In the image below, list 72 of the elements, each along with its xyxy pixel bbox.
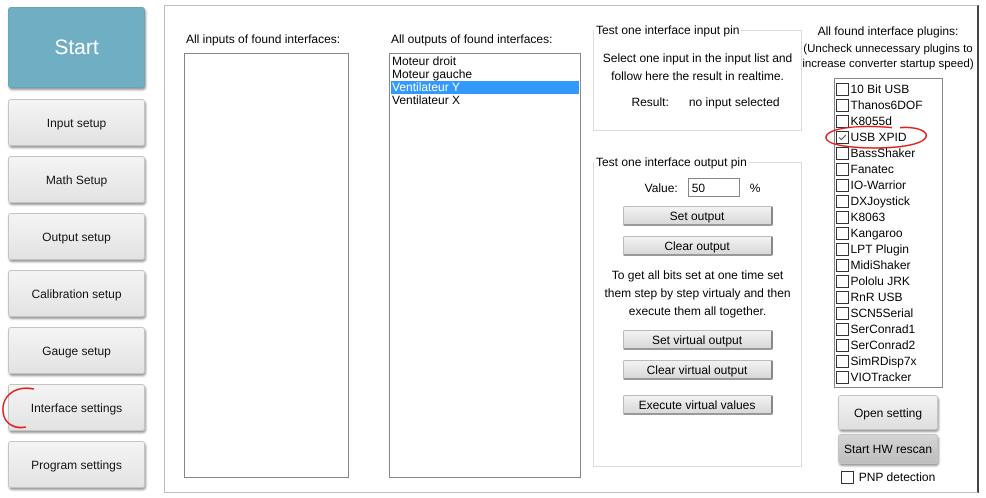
checkbox[interactable] [836,242,848,256]
action-button[interactable]: Clear output [622,236,772,256]
nav-button[interactable]: Output setup [8,213,145,260]
plugin-label: SCN5Serial [850,306,914,320]
result-value: no input selected [688,95,780,109]
checkbox[interactable] [836,146,848,160]
checkbox[interactable] [836,322,848,336]
action-button[interactable]: Clear virtual output [622,360,772,380]
result-label: Result: [631,95,669,109]
plugin-label: USB XPID [850,130,907,144]
nav-button[interactable]: Calibration setup [8,270,145,317]
plugin-label: SerConrad1 [850,322,916,336]
pnp-label: PNP detection [858,470,936,484]
open-setting-button[interactable]: Open setting [838,395,938,430]
checkbox[interactable] [836,274,848,288]
plugin-label: 10 Bit USB [850,82,910,96]
checkbox[interactable] [836,370,848,384]
list-label: All inputs of found interfaces: [186,32,342,46]
checkbox[interactable] [836,114,848,128]
checkbox[interactable] [840,470,854,484]
checkbox[interactable] [836,290,848,304]
instructions-text: Select one input in the input list and follow here the result in realtime. [602,50,794,85]
checkbox[interactable] [836,338,848,352]
checkbox[interactable] [836,210,848,224]
plugin-label: RnR USB [850,290,903,304]
list-item[interactable]: Moteur gauche [391,68,579,81]
value-field[interactable]: 50 [688,178,740,197]
value-label: Value: [644,180,678,194]
rescan-button[interactable]: Start HW rescan [838,434,938,464]
plugins-title: All found interface plugins: [818,24,958,38]
checkbox[interactable] [836,130,848,144]
plugin-label: SerConrad2 [850,338,916,352]
checkbox[interactable] [836,354,848,368]
nav-button[interactable]: Gauge setup [8,327,145,374]
list-item[interactable]: Ventilateur X [391,94,579,107]
nav-button[interactable]: Program settings [8,441,145,488]
action-button[interactable]: Set virtual output [622,330,772,350]
group-title: Test one interface output pin [595,155,748,169]
note-text: To get all bits set at one time set them step by step virtualy and then execute them all together. [603,267,792,320]
checkbox[interactable] [836,178,848,192]
checkbox[interactable] [836,258,848,272]
action-button[interactable]: Set output [622,206,772,226]
inputs-listbox[interactable] [184,53,349,478]
plugin-label: K8063 [850,210,886,224]
nav-button[interactable]: Input setup [8,99,145,146]
checkbox[interactable] [836,226,848,240]
plugin-label: BassShaker [850,146,916,160]
plugin-label: DXJoystick [850,194,910,208]
list-item[interactable]: Moteur droit [391,55,579,68]
plugin-label: Fanatec [850,162,894,176]
nav-button[interactable]: Math Setup [8,156,145,203]
checkbox[interactable] [836,82,848,96]
list-label: All outputs of found interfaces: [391,32,554,46]
outputs-listbox[interactable]: Moteur droit Moteur gauche Ventilateur Y Ventilateur X [389,53,581,478]
plugin-label: IO-Warrior [850,178,906,192]
plugins-hint: (Uncheck unnecessary plugins to increase converter startup speed) [801,42,975,72]
plugin-label: Thanos6DOF [850,98,923,112]
group-title: Test one interface input pin [595,23,740,37]
checkbox[interactable] [836,306,848,320]
unit-label: % [750,180,760,194]
plugin-label: Kangaroo [850,226,903,240]
action-button[interactable]: Execute virtual values [622,395,772,415]
nav-button[interactable]: Interface settings [8,384,145,431]
plugin-label: Pololu JRK [850,274,910,288]
plugin-label: MidiShaker [850,258,911,272]
plugin-label: SimRDisp7x [850,354,917,368]
checkbox[interactable] [836,98,848,112]
checkbox[interactable] [836,162,848,176]
plugin-label: VIOTracker [850,370,912,384]
plugin-label: LPT Plugin [850,242,909,256]
checkbox[interactable] [836,194,848,208]
plugin-label: K8055d [850,114,892,128]
